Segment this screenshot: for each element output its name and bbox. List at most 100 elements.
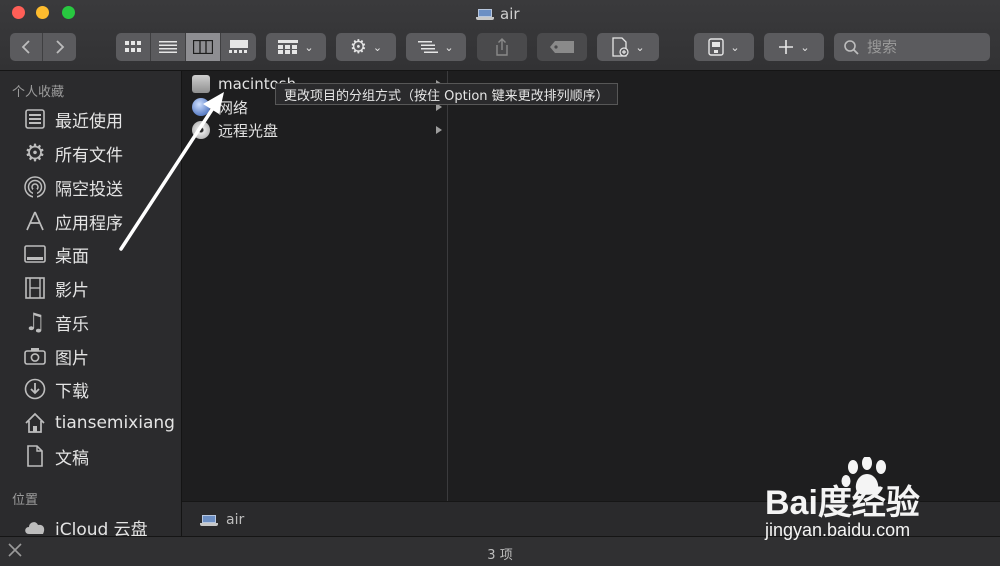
close-button[interactable] xyxy=(12,6,25,19)
sidebar-item-movies[interactable]: 影片 xyxy=(0,273,181,303)
share-icon xyxy=(496,38,508,56)
sidebar-item-documents[interactable]: 文稿 xyxy=(0,441,181,471)
sidebar-item-label: 隔空投送 xyxy=(55,179,123,200)
network-globe-icon xyxy=(192,98,210,116)
window-title-label: air xyxy=(500,5,520,23)
favorites-header: 个人收藏 xyxy=(12,85,65,100)
arrange-icon xyxy=(418,41,439,53)
gear-icon: ⚙ xyxy=(24,139,46,167)
browser-column: macintosh 网络 远程光盘 xyxy=(182,71,448,501)
device-icon xyxy=(708,38,725,56)
list-view-button[interactable] xyxy=(151,33,186,61)
gear-icon: ⚙ xyxy=(349,36,367,58)
sidebar-item-label: 音乐 xyxy=(55,314,89,335)
item-label: 网络 xyxy=(218,98,249,117)
chevron-down-icon: ⌄ xyxy=(444,40,454,54)
camera-icon xyxy=(23,344,47,368)
sidebar-item-label: 文稿 xyxy=(55,448,89,469)
music-icon: ♫ xyxy=(24,308,46,336)
tag-icon xyxy=(550,41,574,53)
recents-icon xyxy=(23,107,47,131)
sidebar-item-music[interactable]: ♫ 音乐 xyxy=(0,307,181,337)
chevron-right-icon xyxy=(55,40,64,54)
device-button[interactable]: ⌄ xyxy=(694,33,754,61)
sidebar-item-label: 所有文件 xyxy=(55,145,123,166)
sidebar: 个人收藏 最近使用 ⚙ 所有文件 隔空投送 应用程序 桌面 影片 ♫ 音乐 图片… xyxy=(0,71,182,536)
document-add-icon xyxy=(612,37,629,57)
status-bar: 3 项 xyxy=(0,536,1000,566)
preview-column xyxy=(448,71,1000,501)
view-mode-control xyxy=(116,33,256,61)
sidebar-item-recents[interactable]: 最近使用 xyxy=(0,104,181,134)
hard-drive-icon xyxy=(192,75,210,93)
documents-icon xyxy=(23,444,47,468)
tooltip: 更改项目的分组方式（按住 Option 键来更改排列顺序） xyxy=(275,83,618,105)
chevron-down-icon: ⌄ xyxy=(304,40,314,54)
search-input[interactable] xyxy=(865,37,979,57)
share-button[interactable] xyxy=(477,33,527,61)
search-field[interactable] xyxy=(834,33,990,61)
chevron-left-icon xyxy=(21,40,30,54)
list-icon xyxy=(159,41,177,53)
add-button[interactable]: ⌄ xyxy=(764,33,824,61)
item-label: 远程光盘 xyxy=(218,121,279,140)
chevron-down-icon: ⌄ xyxy=(730,40,740,54)
gallery-icon xyxy=(228,40,248,53)
sidebar-item-downloads[interactable]: 下载 xyxy=(0,374,181,404)
sidebar-item-airdrop[interactable]: 隔空投送 xyxy=(0,172,181,202)
sidebar-item-label: 下载 xyxy=(55,381,89,402)
sidebar-item-all-files[interactable]: ⚙ 所有文件 xyxy=(0,138,181,168)
icon-grid-icon xyxy=(125,41,141,52)
minimize-button[interactable] xyxy=(36,6,49,19)
arrange-button[interactable]: ⌄ xyxy=(406,33,466,61)
desktop-icon xyxy=(23,242,47,266)
column-view-button[interactable] xyxy=(186,33,221,61)
disc-icon xyxy=(192,121,210,139)
tags-button[interactable] xyxy=(537,33,587,61)
laptop-icon xyxy=(476,8,494,20)
forward-button[interactable] xyxy=(43,33,76,61)
action-menu-button[interactable]: ⚙ ⌄ xyxy=(336,33,396,61)
sidebar-item-pictures[interactable]: 图片 xyxy=(0,341,181,371)
sidebar-item-label: 影片 xyxy=(55,280,89,301)
new-document-button[interactable]: ⌄ xyxy=(597,33,659,61)
columns-icon xyxy=(193,40,213,54)
airdrop-icon xyxy=(23,175,47,199)
laptop-icon xyxy=(200,514,218,526)
zoom-button[interactable] xyxy=(62,6,75,19)
list-item[interactable]: 远程光盘 xyxy=(182,119,447,141)
icon-view-button[interactable] xyxy=(116,33,151,61)
applications-icon xyxy=(23,209,47,233)
group-by-button[interactable]: ⌄ xyxy=(266,33,326,61)
chevron-down-icon: ⌄ xyxy=(800,40,810,54)
locations-header: 位置 xyxy=(12,493,39,508)
path-item[interactable]: air xyxy=(200,512,244,528)
back-button[interactable] xyxy=(10,33,43,61)
group-icon xyxy=(278,40,299,54)
sidebar-item-label: tiansemixiang xyxy=(55,413,175,433)
sidebar-item-applications[interactable]: 应用程序 xyxy=(0,206,181,236)
disclosure-arrow-icon xyxy=(436,126,442,134)
search-icon xyxy=(844,39,859,55)
window-title: air xyxy=(476,5,520,23)
sidebar-item-label: 最近使用 xyxy=(55,111,123,132)
chevron-down-icon: ⌄ xyxy=(372,40,383,54)
finder-window: air ⌄ ⚙ ⌄ ⌄ ⌄ ⌄ ⌄ 搜索 个人收藏 最近使用 ⚙ 所有文件 隔空… xyxy=(0,0,1000,566)
path-item-label: air xyxy=(226,512,245,528)
gallery-view-button[interactable] xyxy=(221,33,256,61)
sidebar-item-label: 图片 xyxy=(55,348,89,369)
sidebar-item-label: 应用程序 xyxy=(55,213,123,234)
sidebar-item-desktop[interactable]: 桌面 xyxy=(0,239,181,269)
path-bar: air xyxy=(182,501,1000,537)
navigation-buttons xyxy=(10,33,76,61)
sidebar-item-icloud-drive[interactable]: iCloud 云盘 xyxy=(0,512,181,536)
movies-icon xyxy=(23,276,47,300)
sidebar-item-label: iCloud 云盘 xyxy=(55,519,148,537)
item-count: 3 项 xyxy=(487,548,513,563)
plus-icon xyxy=(779,40,794,54)
sidebar-item-label: 桌面 xyxy=(55,246,89,267)
toolbar: air ⌄ ⚙ ⌄ ⌄ ⌄ ⌄ ⌄ 搜索 xyxy=(0,0,1000,71)
cloud-icon xyxy=(23,515,47,536)
chevron-down-icon: ⌄ xyxy=(635,40,645,54)
sidebar-item-home[interactable]: tiansemixiang xyxy=(0,408,181,438)
